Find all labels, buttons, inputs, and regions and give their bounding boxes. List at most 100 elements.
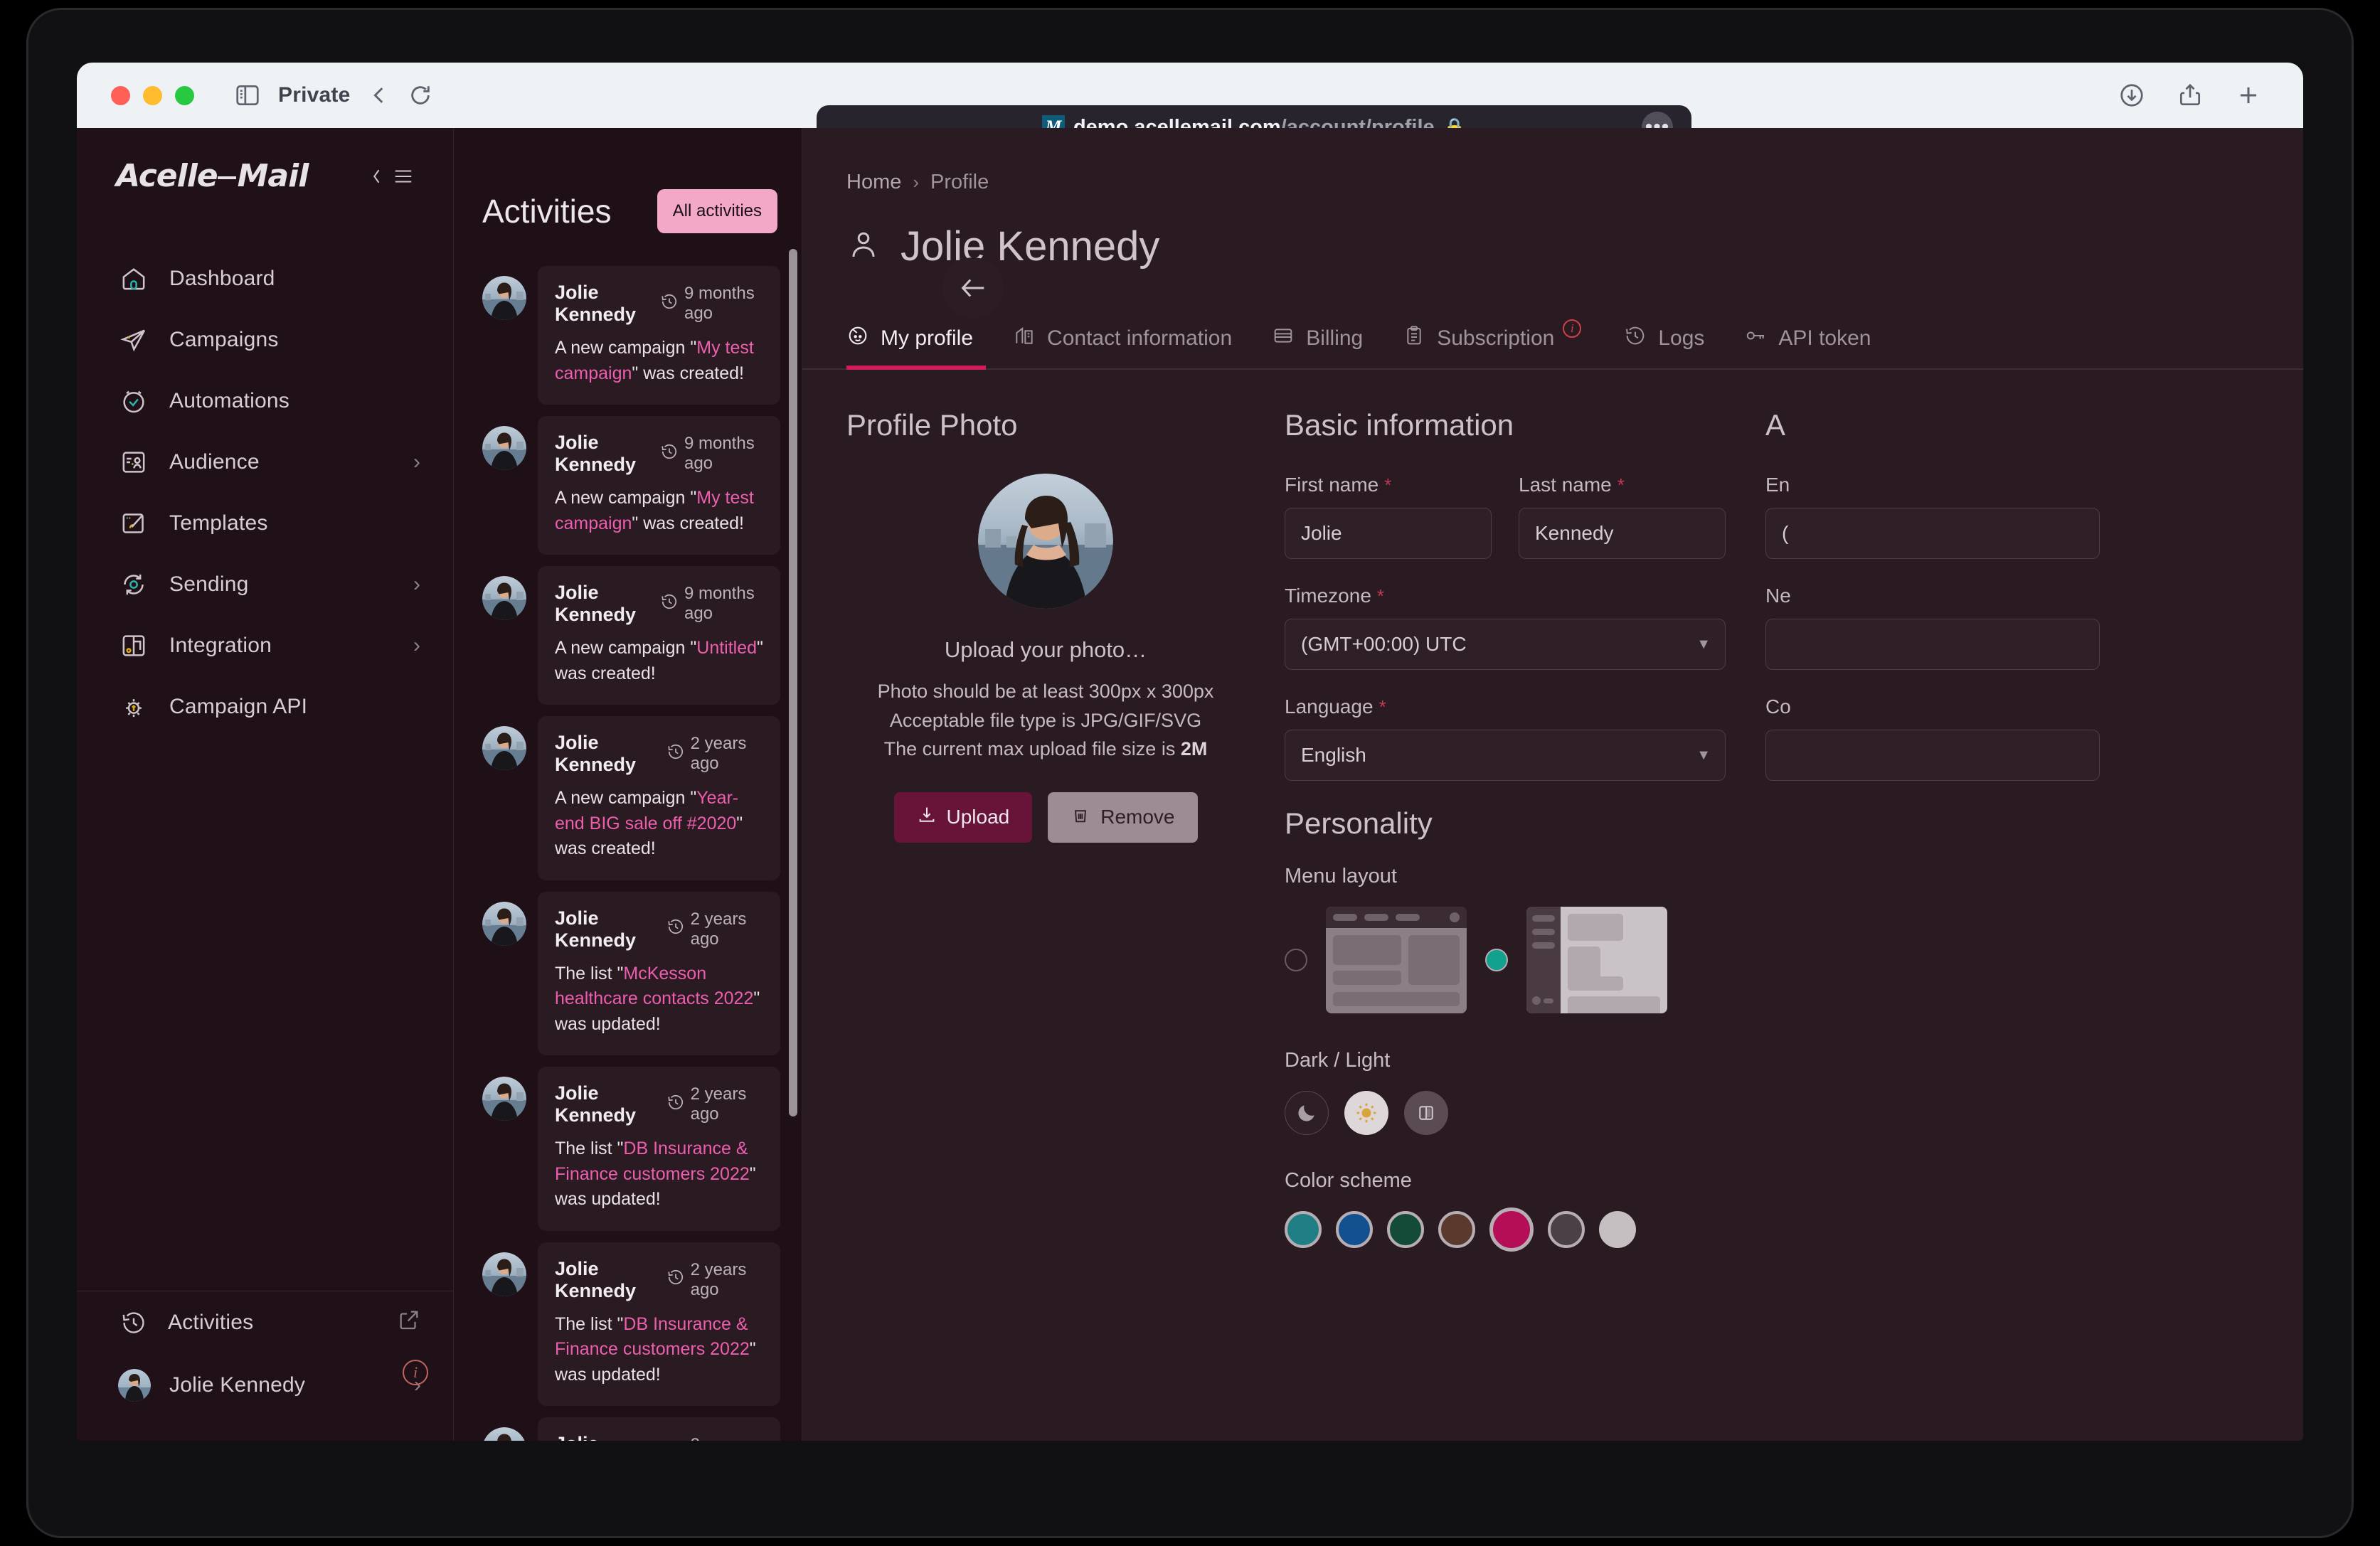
- sidebar-item-templates[interactable]: Templates: [77, 493, 453, 554]
- chevron-down-icon: ▼: [1696, 747, 1711, 764]
- sidebar-item-label: Templates: [169, 511, 420, 535]
- menu-layout-preview-top[interactable]: [1326, 907, 1467, 1013]
- tab-logs[interactable]: Logs: [1624, 324, 1704, 368]
- tab-billing[interactable]: Billing: [1272, 324, 1363, 368]
- subscription-info-badge[interactable]: i: [1563, 319, 1581, 338]
- avatar: [482, 1427, 526, 1441]
- sidebar-item-campaigns[interactable]: Campaigns: [77, 309, 453, 370]
- activity-card[interactable]: Jolie Kennedy 2 years ago The list "McKe…: [538, 892, 780, 1056]
- last-name-label-text: Last name: [1519, 474, 1612, 496]
- sidebar-item-label: Campaign API: [169, 695, 420, 719]
- first-name-input[interactable]: [1285, 508, 1492, 559]
- color-swatch[interactable]: [1387, 1211, 1424, 1248]
- activity-time-text: 9 months ago: [684, 434, 763, 474]
- color-swatch[interactable]: [1599, 1211, 1636, 1248]
- color-swatch[interactable]: [1285, 1211, 1322, 1248]
- back-button[interactable]: [942, 257, 1004, 319]
- activity-row[interactable]: Jolie Kennedy 9 months ago A new campaig…: [461, 416, 802, 566]
- chevron-left-icon[interactable]: [367, 83, 391, 107]
- personality-section: Personality Menu layout: [1285, 806, 1726, 1252]
- sidebar-item-activities[interactable]: Activities: [77, 1291, 454, 1354]
- card-icon: [1272, 324, 1295, 353]
- color-swatch[interactable]: [1336, 1211, 1373, 1248]
- activity-user-name: Jolie Kennedy: [555, 282, 660, 326]
- breadcrumb-home[interactable]: Home: [846, 171, 901, 194]
- all-activities-button[interactable]: All activities: [657, 189, 777, 233]
- activity-row[interactable]: Jolie Kennedy 2 years ago The list "DB I…: [461, 1242, 802, 1418]
- activity-card[interactable]: Jolie Kennedy 2 years ago The list "DB I…: [538, 1242, 780, 1407]
- close-window-button[interactable]: [111, 86, 130, 105]
- avatar: [482, 426, 526, 470]
- timezone-select[interactable]: (GMT+00:00) UTC ▼: [1285, 619, 1726, 670]
- activity-row[interactable]: Jolie Kennedy 9 months ago A new campaig…: [461, 266, 802, 416]
- info-icon[interactable]: i: [403, 1360, 428, 1385]
- right-field2-input[interactable]: [1765, 619, 2100, 670]
- api-gear-icon: [118, 691, 149, 723]
- plus-icon[interactable]: [2235, 82, 2262, 109]
- last-name-label: Last name *: [1519, 474, 1726, 496]
- upload-button-label: Upload: [947, 806, 1010, 828]
- tab-my-profile[interactable]: My profile: [846, 324, 973, 368]
- remove-button[interactable]: Remove: [1048, 792, 1197, 843]
- sidebar-item-dashboard[interactable]: Dashboard: [77, 248, 453, 309]
- hamburger-collapse-icon[interactable]: [371, 166, 418, 187]
- activity-card[interactable]: Jolie Kennedy 2 years ago The list "DB I…: [538, 1067, 780, 1231]
- color-swatch[interactable]: [1548, 1211, 1585, 1248]
- menu-layout-preview-side[interactable]: [1526, 907, 1667, 1013]
- laptop-frame: Private M demo.acellemail.com /account/p…: [28, 10, 2352, 1536]
- activity-card[interactable]: Jolie Kennedy 9 months ago A new campaig…: [538, 566, 780, 705]
- profile-photo[interactable]: [978, 474, 1113, 609]
- activity-card[interactable]: Jolie Kennedy 9 months ago A new campaig…: [538, 266, 780, 405]
- activity-card[interactable]: Jolie Kennedy 2 years ago A new campaign…: [538, 716, 780, 880]
- external-link-icon[interactable]: [397, 1308, 421, 1338]
- tab-contact-information[interactable]: Contact information: [1013, 324, 1232, 368]
- activity-user-name: Jolie Kennedy: [555, 1433, 666, 1441]
- sun-icon[interactable]: [1344, 1091, 1388, 1135]
- color-swatch[interactable]: [1489, 1208, 1534, 1252]
- activity-row[interactable]: Jolie Kennedy 2 years ago The list "McKe…: [461, 892, 802, 1067]
- right-field1-input[interactable]: [1765, 508, 2100, 559]
- sidebar-item-integration[interactable]: Integration ›: [77, 615, 453, 676]
- sidebar-item-audience[interactable]: Audience ›: [77, 432, 453, 493]
- history-clock-icon: [660, 592, 679, 616]
- last-name-input[interactable]: [1519, 508, 1726, 559]
- right-field3-input[interactable]: [1765, 730, 2100, 781]
- activity-user-name: Jolie Kennedy: [555, 582, 660, 626]
- tab-api-token[interactable]: API token: [1744, 324, 1871, 368]
- menu-layout-radio-top[interactable]: [1285, 949, 1307, 971]
- activities-scrollbar[interactable]: [789, 249, 797, 1116]
- color-swatch[interactable]: [1438, 1211, 1475, 1248]
- activity-card[interactable]: Jolie Kennedy 2 years ago: [538, 1417, 780, 1441]
- sidebar-icon[interactable]: [234, 82, 261, 109]
- activity-card[interactable]: Jolie Kennedy 9 months ago A new campaig…: [538, 416, 780, 555]
- upload-button[interactable]: Upload: [894, 792, 1033, 843]
- tab-label: Billing: [1306, 326, 1363, 351]
- window-controls[interactable]: [111, 86, 194, 105]
- app-logo[interactable]: AcelleMail: [116, 158, 308, 194]
- menu-layout-radio-side[interactable]: [1485, 949, 1508, 971]
- auto-contrast-icon[interactable]: [1404, 1091, 1448, 1135]
- language-select[interactable]: English ▼: [1285, 730, 1726, 781]
- sidebar-item-campaign-api[interactable]: Campaign API: [77, 676, 453, 737]
- tab-subscription[interactable]: Subscription i: [1403, 324, 1584, 368]
- activity-row[interactable]: Jolie Kennedy 2 years ago: [461, 1417, 802, 1441]
- photo-note-filesize: The current max upload file size is 2M: [846, 735, 1245, 764]
- activity-row[interactable]: Jolie Kennedy 9 months ago A new campaig…: [461, 566, 802, 716]
- sidebar-item-automations[interactable]: Automations: [77, 370, 453, 432]
- moon-icon[interactable]: [1285, 1091, 1329, 1135]
- share-icon[interactable]: [2177, 82, 2204, 109]
- activity-row[interactable]: Jolie Kennedy 2 years ago The list "DB I…: [461, 1067, 802, 1242]
- activity-row[interactable]: Jolie Kennedy 2 years ago A new campaign…: [461, 716, 802, 892]
- activities-list[interactable]: Jolie Kennedy 9 months ago A new campaig…: [454, 266, 802, 1441]
- timezone-label: Timezone *: [1285, 585, 1726, 607]
- reload-icon[interactable]: [408, 83, 432, 107]
- maximize-window-button[interactable]: [175, 86, 194, 105]
- sidebar-item-sending[interactable]: Sending ›: [77, 554, 453, 615]
- sidebar-item-user[interactable]: Jolie Kennedy › i: [77, 1354, 454, 1417]
- activity-message-highlight[interactable]: Untitled: [696, 638, 757, 658]
- color-scheme-swatches: [1285, 1211, 1726, 1252]
- download-icon[interactable]: [2118, 82, 2145, 109]
- timezone-label-text: Timezone: [1285, 585, 1371, 607]
- minimize-window-button[interactable]: [143, 86, 162, 105]
- brand-text-mail: Mail: [238, 158, 309, 194]
